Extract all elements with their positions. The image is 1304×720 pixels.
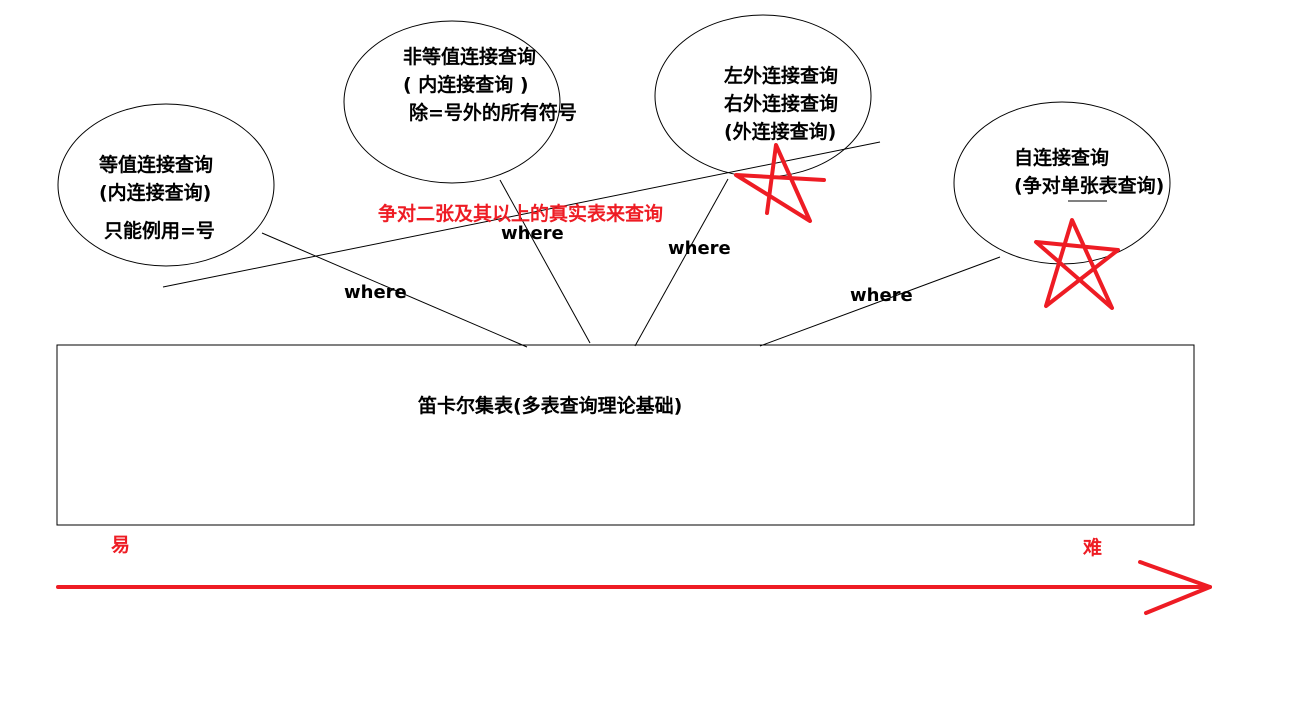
non-equi-title: 非等值连接查询 <box>403 46 537 68</box>
where-label-equi: where <box>344 282 407 303</box>
self-title: 自连接查询 <box>1014 147 1110 169</box>
outer-left-title: 左外连接查询 <box>724 65 839 87</box>
star-mark-self <box>1034 218 1120 310</box>
where-label-self: where <box>850 285 913 306</box>
equi-subtitle: (内连接查询) <box>99 182 212 204</box>
difficulty-hard-label: 难 <box>1083 537 1103 559</box>
equi-title: 等值连接查询 <box>99 154 214 176</box>
non-equi-subtitle: ( 内连接查询 ) <box>403 74 529 96</box>
difficulty-easy-label: 易 <box>111 534 131 556</box>
diagram-canvas: 等值连接查询 (内连接查询) 只能例用=号 非等值连接查询 ( 内连接查询 ) … <box>0 0 1304 720</box>
outer-right-title: 右外连接查询 <box>724 93 839 115</box>
where-label-non-equi: where <box>501 223 564 244</box>
base-box <box>56 344 1195 526</box>
where-label-outer: where <box>668 238 731 259</box>
outer-subtitle: (外连接查询) <box>724 121 837 143</box>
diagram-drawing <box>56 14 1212 615</box>
self-subtitle: (争对单张表查询) <box>1014 175 1165 197</box>
base-box-label: 笛卡尔集表(多表查询理论基础) <box>418 395 683 417</box>
equi-note: 只能例用=号 <box>104 220 215 242</box>
non-equi-note: 除=号外的所有符号 <box>409 102 577 124</box>
